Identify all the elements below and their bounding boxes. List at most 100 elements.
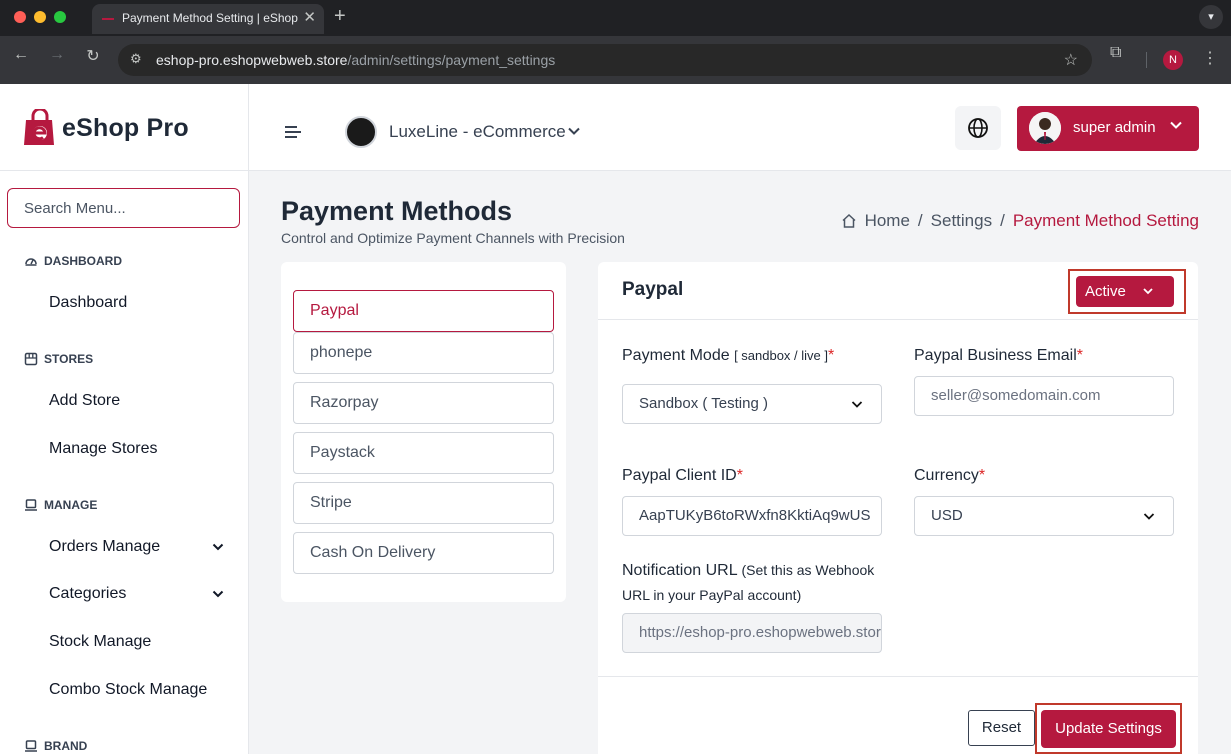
business-email-label: Paypal Business Email* <box>914 347 1083 364</box>
update-settings-button[interactable]: Update Settings <box>1041 710 1176 748</box>
chevron-down-icon <box>1170 121 1182 129</box>
client-id-label: Paypal Client ID* <box>622 467 743 484</box>
currency-select[interactable]: USD <box>914 496 1174 536</box>
window-controls <box>14 11 66 23</box>
brand-logo[interactable]: eShop Pro <box>24 107 189 148</box>
section-stores: STORES <box>24 352 93 366</box>
close-tab-icon[interactable]: ✕ <box>303 4 316 32</box>
method-paystack[interactable]: Paystack <box>293 432 554 474</box>
favicon-icon <box>102 18 114 20</box>
close-window-button[interactable] <box>14 11 26 23</box>
url-text: eshop-pro.eshopwebweb.store/admin/settin… <box>156 52 556 68</box>
currency-value: USD <box>931 507 963 524</box>
toolbar-divider <box>1146 52 1147 68</box>
sidebar-item-add-store[interactable]: Add Store <box>49 392 229 410</box>
brand-name: eShop Pro <box>62 113 189 142</box>
section-manage: MANAGE <box>24 498 97 512</box>
paypal-settings-card: Paypal Active Payment Mode [ sandbox / l… <box>598 262 1198 754</box>
breadcrumb-separator: / <box>917 211 923 230</box>
method-cash-on-delivery[interactable]: Cash On Delivery <box>293 532 554 574</box>
breadcrumb: Home / Settings / Payment Method Setting <box>841 211 1199 231</box>
status-highlight: Active <box>1068 269 1186 314</box>
method-paypal[interactable]: Paypal <box>293 290 554 332</box>
menu-toggle-icon[interactable] <box>285 126 301 138</box>
sidebar-item-combo-stock-manage[interactable]: Combo Stock Manage <box>49 681 229 699</box>
card-footer-divider <box>598 676 1198 677</box>
sidebar-item-label: Categories <box>49 585 127 602</box>
store-avatar <box>345 116 377 148</box>
sidebar-divider <box>0 170 248 171</box>
reload-icon[interactable]: ↻ <box>81 46 105 66</box>
page-subtitle: Control and Optimize Payment Channels wi… <box>281 230 625 246</box>
extensions-icon[interactable]: ⧉ <box>1110 44 1121 62</box>
site-settings-icon[interactable]: ⚙ <box>130 51 142 67</box>
chevron-down-icon <box>851 401 863 408</box>
card-title: Paypal <box>622 279 684 300</box>
user-avatar <box>1029 112 1061 144</box>
browser-chrome: Payment Method Setting | eShop ✕ + ▾ ← →… <box>0 0 1231 84</box>
browser-menu-icon[interactable]: ⋮ <box>1202 48 1218 68</box>
payment-mode-select[interactable]: Sandbox ( Testing ) <box>622 384 882 424</box>
minimize-window-button[interactable] <box>34 11 46 23</box>
breadcrumb-current: Payment Method Setting <box>1012 211 1199 230</box>
chevron-down-icon[interactable] <box>567 124 581 138</box>
method-razorpay[interactable]: Razorpay <box>293 382 554 424</box>
maximize-window-button[interactable] <box>54 11 66 23</box>
business-email-input[interactable]: seller@somedomain.com <box>914 376 1174 416</box>
forward-icon[interactable]: → <box>45 46 69 64</box>
section-title: DASHBOARD <box>44 254 122 268</box>
payment-mode-label: Payment Mode [ sandbox / live ]* <box>622 347 835 364</box>
home-icon[interactable] <box>841 213 857 229</box>
new-tab-icon[interactable]: + <box>334 5 346 28</box>
notification-url-input[interactable]: https://eshop-pro.eshopwebweb.store/ <box>622 613 882 653</box>
tab-search-icon[interactable]: ▾ <box>1199 5 1223 29</box>
sidebar-item-categories[interactable]: Categories <box>49 585 229 603</box>
section-brand: BRAND <box>24 739 87 753</box>
section-title: MANAGE <box>44 498 98 512</box>
gauge-icon <box>25 258 37 266</box>
laptop-icon <box>25 499 37 511</box>
globe-icon <box>968 118 988 138</box>
page-title: Payment Methods <box>281 196 513 226</box>
method-stripe[interactable]: Stripe <box>293 482 554 524</box>
browser-toolbar: ← → ↻ ⚙ eshop-pro.eshopwebweb.store/admi… <box>0 36 1231 84</box>
section-title: BRAND <box>44 739 88 753</box>
sidebar: eShop Pro DASHBOARD Dashboard STORES Add… <box>0 84 249 754</box>
store-selector[interactable]: LuxeLine - eCommerce <box>389 122 566 142</box>
back-icon[interactable]: ← <box>9 46 33 64</box>
profile-avatar[interactable]: N <box>1163 50 1183 70</box>
tab-bar: Payment Method Setting | eShop ✕ + ▾ <box>0 0 1231 36</box>
sidebar-item-label: Orders Manage <box>49 538 161 555</box>
update-highlight: Update Settings <box>1035 703 1182 754</box>
sidebar-item-manage-stores[interactable]: Manage Stores <box>49 440 229 458</box>
sidebar-item-orders-manage[interactable]: Orders Manage <box>49 538 229 556</box>
chevron-down-icon <box>1143 513 1155 520</box>
card-divider <box>598 319 1198 320</box>
chevron-down-icon <box>212 590 224 598</box>
currency-label: Currency* <box>914 467 986 484</box>
breadcrumb-settings[interactable]: Settings <box>931 211 992 231</box>
laptop-icon <box>25 740 37 752</box>
breadcrumb-home[interactable]: Home <box>865 211 910 231</box>
sidebar-item-stock-manage[interactable]: Stock Manage <box>49 633 229 651</box>
status-dropdown[interactable]: Active <box>1076 276 1174 307</box>
bookmark-star-icon[interactable]: ☆ <box>1064 50 1078 70</box>
notification-url-label: Notification URL (Set this as Webhook UR… <box>622 562 875 603</box>
browser-tab[interactable]: Payment Method Setting | eShop ✕ <box>92 4 324 34</box>
user-menu-button[interactable]: super admin <box>1017 106 1199 151</box>
search-menu-input[interactable] <box>7 188 240 228</box>
chevron-down-icon <box>1143 288 1153 295</box>
language-button[interactable] <box>955 106 1001 150</box>
status-value: Active <box>1085 283 1126 300</box>
breadcrumb-separator: / <box>1000 211 1005 230</box>
user-name: super admin <box>1073 119 1156 136</box>
client-id-input[interactable]: AapTUKyB6toRWxfn8KktiAq9wUS <box>622 496 882 536</box>
payment-methods-list: Paypal phonepe Razorpay Paystack Stripe … <box>281 262 566 602</box>
method-phonepe[interactable]: phonepe <box>293 332 554 374</box>
top-header: LuxeLine - eCommerce super admin <box>249 84 1231 171</box>
address-bar[interactable]: ⚙ eshop-pro.eshopwebweb.store/admin/sett… <box>118 44 1092 76</box>
reset-button[interactable]: Reset <box>968 710 1035 746</box>
section-dashboard: DASHBOARD <box>24 254 122 268</box>
chevron-down-icon <box>212 543 224 551</box>
sidebar-item-dashboard[interactable]: Dashboard <box>49 294 229 312</box>
